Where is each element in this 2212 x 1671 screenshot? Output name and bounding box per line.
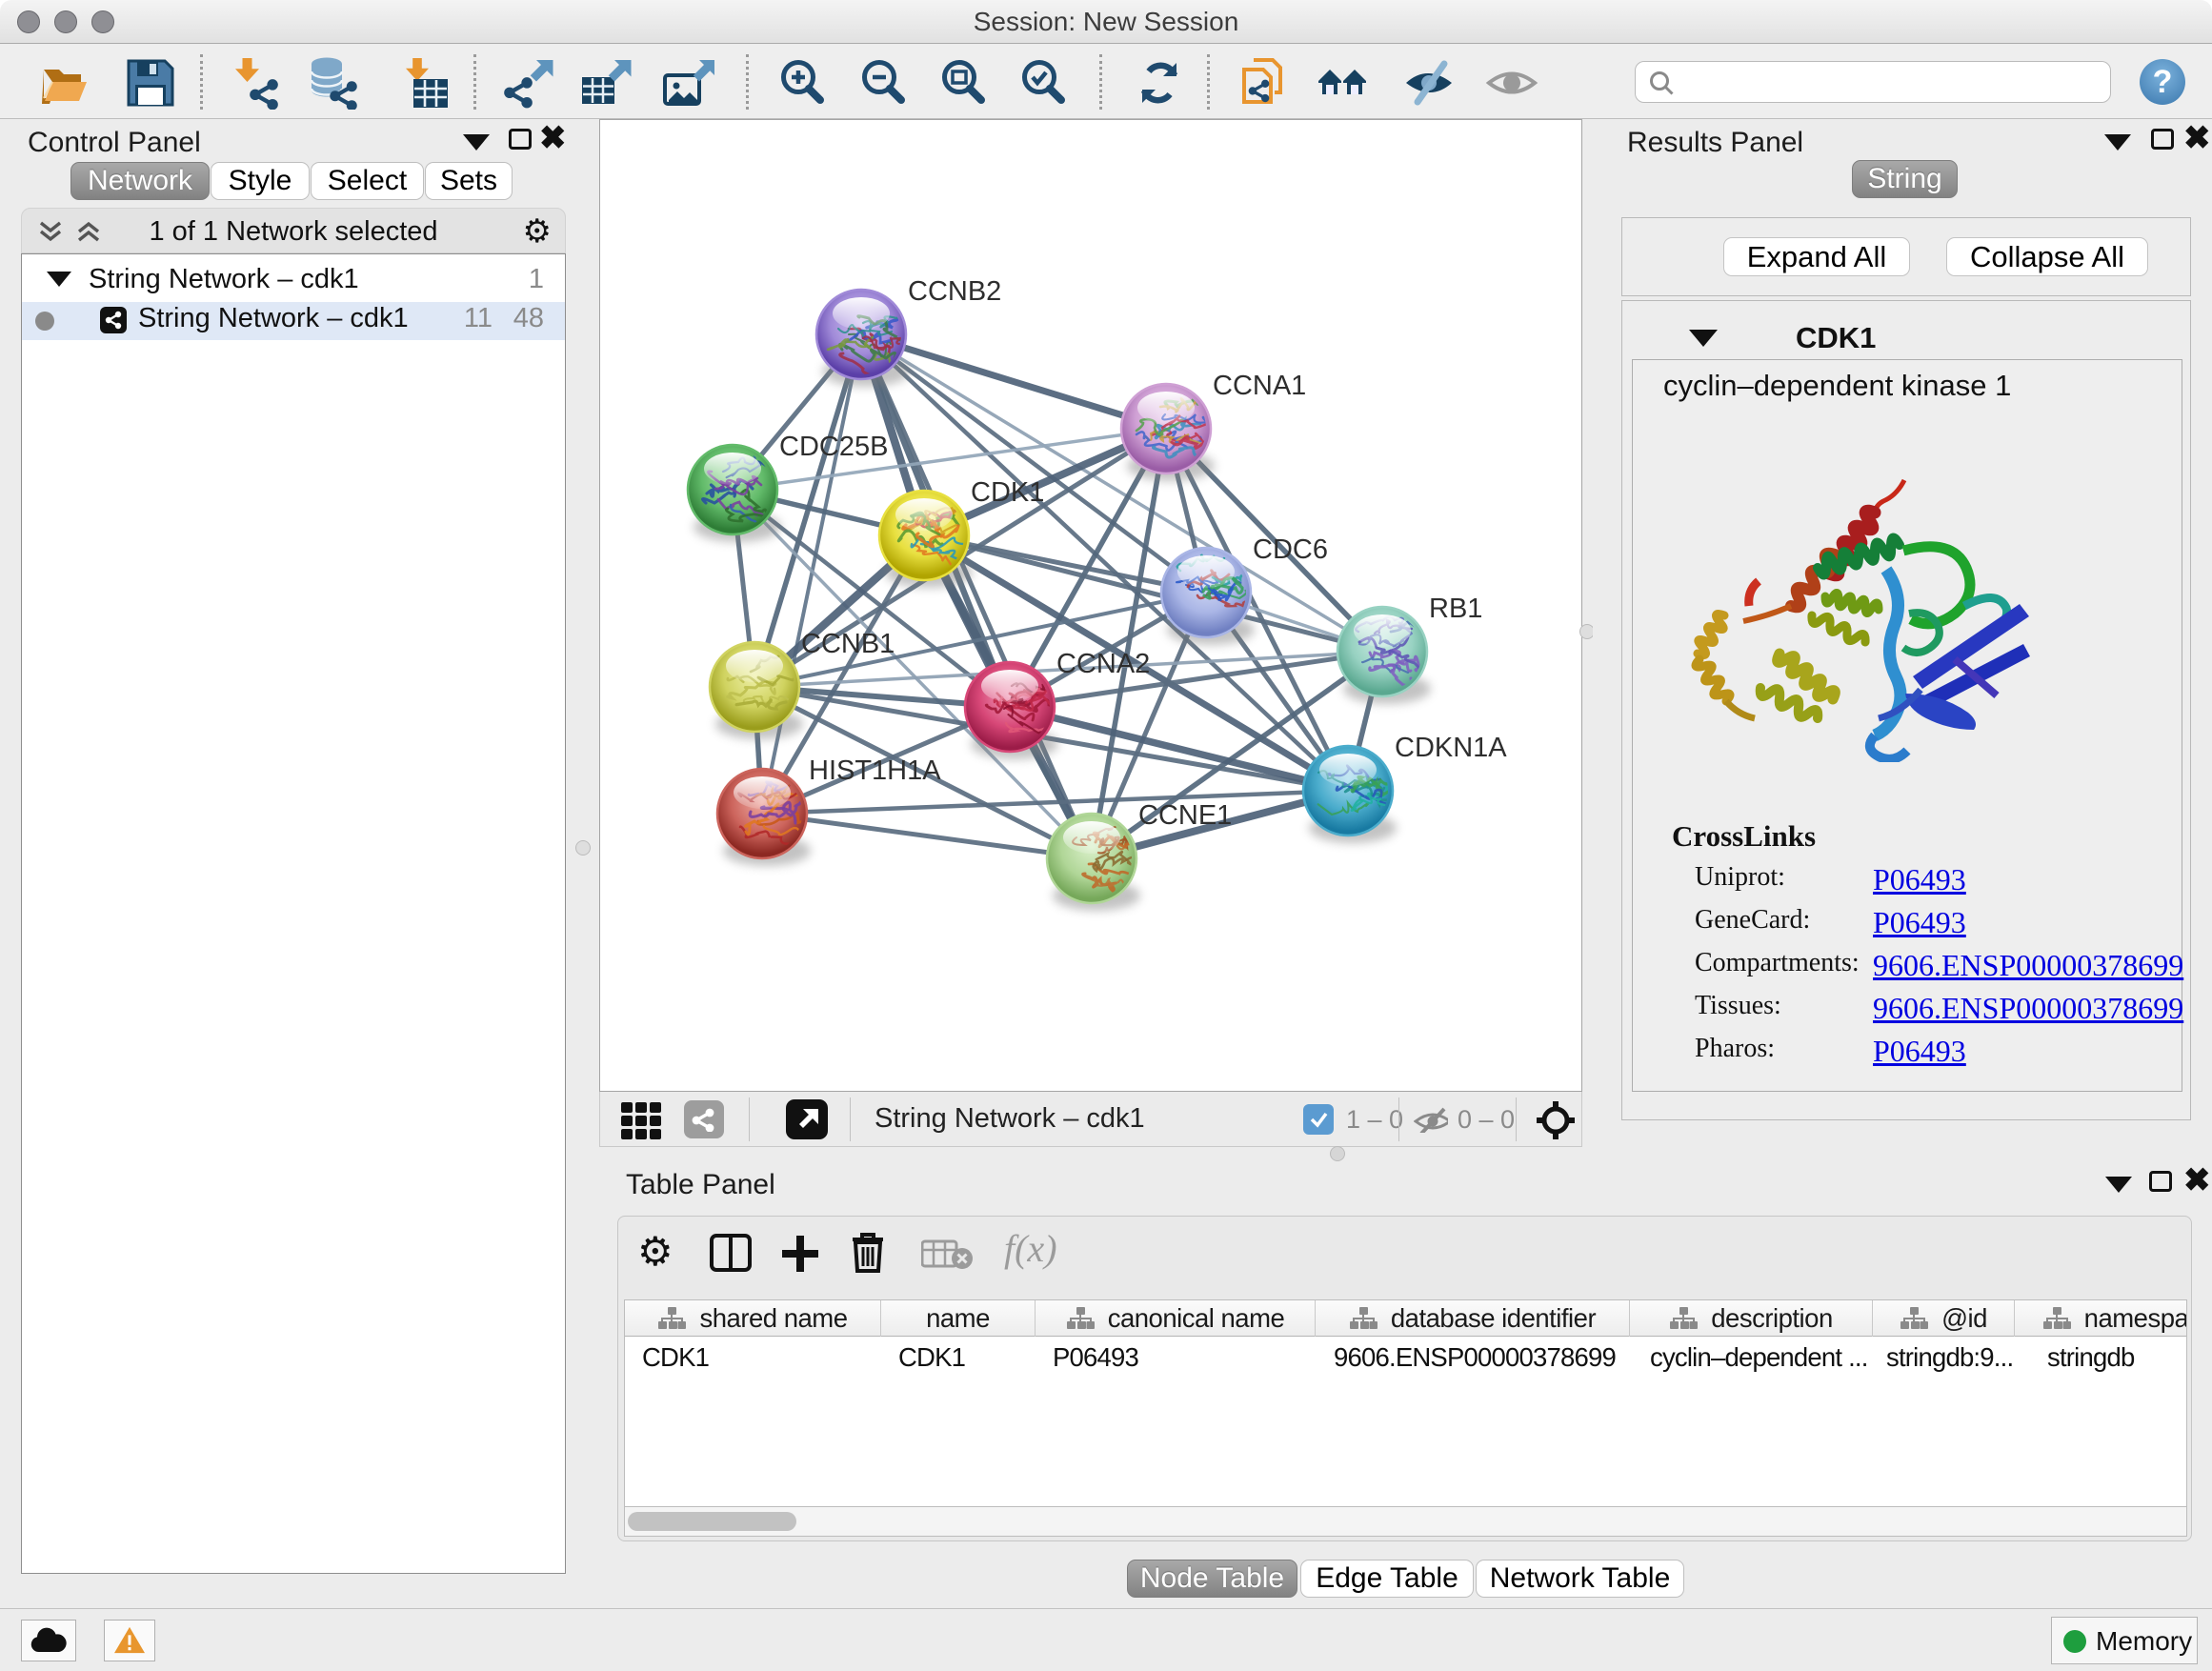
svg-text:CCNA1: CCNA1 [1213,371,1306,401]
svg-text:HIST1H1A: HIST1H1A [809,755,941,786]
svg-text:CCNA2: CCNA2 [1056,649,1150,679]
svg-text:CCNE1: CCNE1 [1138,800,1232,831]
svg-text:CDK1: CDK1 [971,477,1044,508]
svg-text:CCNB1: CCNB1 [801,629,895,659]
svg-text:CCNB2: CCNB2 [908,276,1001,307]
svg-text:CDC25B: CDC25B [779,432,888,462]
svg-text:CDKN1A: CDKN1A [1395,733,1507,763]
svg-text:CDC6: CDC6 [1253,534,1328,565]
svg-text:RB1: RB1 [1429,594,1482,624]
